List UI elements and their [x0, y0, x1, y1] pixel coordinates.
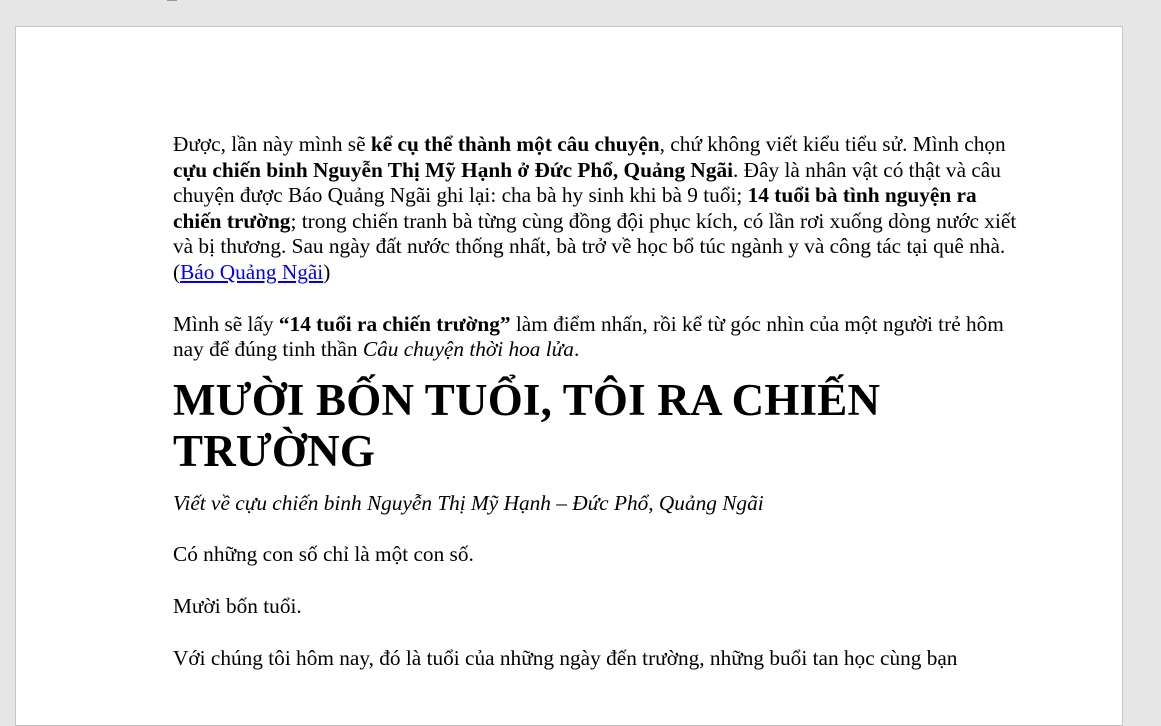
story-paragraph-2: Mười bốn tuổi. [173, 593, 302, 618]
text-run: , chứ không viết kiểu tiểu sử. Mình chọn [659, 132, 1006, 156]
bold-run: cựu chiến binh Nguyễn Thị Mỹ Hạnh ở Đức … [173, 157, 734, 182]
document-page: Được, lần này mình sẽ kể cụ thể thành mộ… [15, 26, 1123, 726]
story-paragraph-1: Có những con số chỉ là một con số. [173, 542, 474, 567]
text-run: ) [323, 259, 331, 284]
story-subtitle: Viết về cựu chiến binh Nguyễn Thị Mỹ Hạn… [173, 491, 1023, 517]
document-body: Được, lần này mình sẽ kể cụ thể thành mộ… [173, 132, 1023, 697]
text-run: Được, lần này mình sẽ [173, 132, 371, 156]
story-paragraph-3: Với chúng tôi hôm nay, đó là tuổi của nh… [173, 645, 958, 670]
story-heading: MƯỜI BỐN TUỔI, TÔI RA CHIẾN TRƯỜNG [173, 374, 881, 476]
paragraph-intro: Được, lần này mình sẽ kể cụ thể thành mộ… [173, 132, 1023, 286]
bold-run: “14 tuổi ra chiến trường” [278, 311, 511, 336]
italic-run: Viết về cựu chiến binh Nguyễn Thị Mỹ Hạn… [173, 490, 764, 515]
page-corner-marker [167, 0, 177, 1]
paragraph-approach: Mình sẽ lấy “14 tuổi ra chiến trường” là… [173, 312, 1023, 363]
text-run: Mình sẽ lấy [173, 311, 279, 336]
italic-run: Câu chuyện thời hoa lửa [362, 337, 574, 362]
bold-run: kể cụ thể thành một câu chuyện [370, 132, 660, 156]
text-run: . [573, 337, 580, 362]
source-link-bao-quang-ngai[interactable]: Báo Quảng Ngãi [180, 260, 323, 284]
